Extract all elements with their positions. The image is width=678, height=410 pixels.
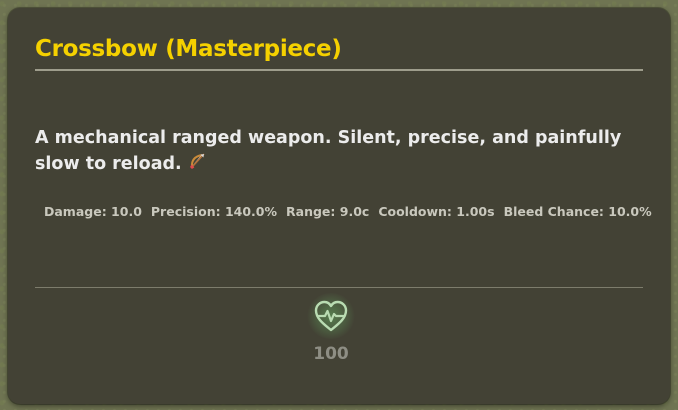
health-value: 100 [313, 344, 349, 364]
item-description: A mechanical ranged weapon. Silent, prec… [35, 125, 645, 179]
stat-cooldown: Cooldown: 1.00s [378, 204, 495, 219]
title-divider [35, 69, 643, 71]
footer-divider [35, 287, 643, 288]
stat-precision: Precision: 140.0% [150, 204, 278, 219]
description-text: A mechanical ranged weapon. Silent, prec… [35, 128, 622, 174]
bow-and-arrow-icon [188, 151, 208, 179]
stats-row: Damage: 10.0 Precision: 140.0% Range: 9.… [44, 204, 652, 219]
heart-pulse-icon [307, 293, 355, 339]
stat-damage: Damage: 10.0 [44, 204, 142, 219]
stat-bleed-chance: Bleed Chance: 10.0% [503, 204, 652, 219]
stat-range: Range: 9.0c [286, 204, 370, 219]
item-title: Crossbow (Masterpiece) [35, 36, 342, 62]
